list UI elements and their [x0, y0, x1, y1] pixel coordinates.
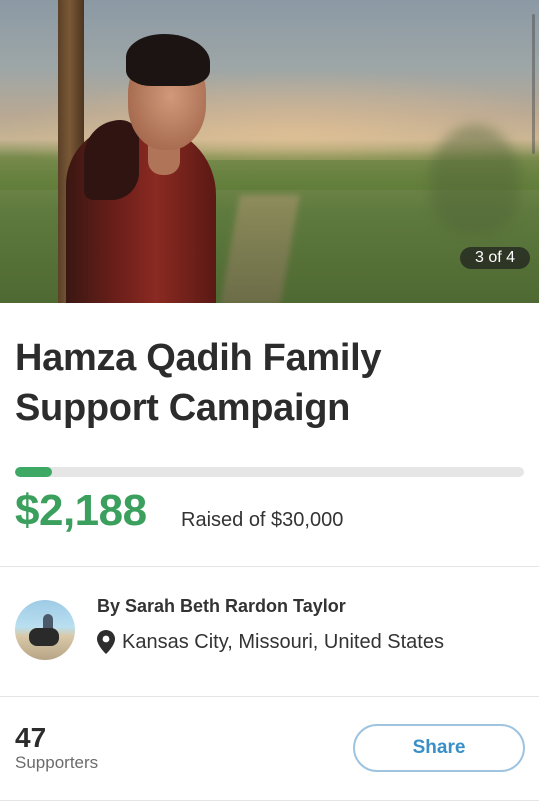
- campaign-title: Hamza Qadih Family Support Campaign: [15, 333, 525, 433]
- divider: [0, 696, 539, 697]
- hair: [126, 34, 210, 86]
- supporters-label: Supporters: [15, 753, 99, 772]
- amount-raised: $2,188: [15, 486, 147, 535]
- organizer-location: Kansas City, Missouri, United States: [97, 628, 444, 656]
- avatar-dog: [29, 628, 59, 646]
- location-text: Kansas City, Missouri, United States: [122, 631, 444, 653]
- organizer-avatar[interactable]: [15, 600, 75, 660]
- person-photo-subject: [66, 30, 226, 303]
- progress-bar: [15, 467, 524, 477]
- map-pin-icon: [97, 630, 115, 654]
- campaign-hero-image[interactable]: 3 of 4: [0, 0, 539, 303]
- campaign-title-line2: Support Campaign: [15, 387, 351, 429]
- hood: [84, 120, 139, 200]
- progress-bar-fill: [15, 467, 53, 477]
- share-button[interactable]: Share: [353, 724, 525, 772]
- divider: [0, 566, 539, 567]
- scrollbar[interactable]: [532, 14, 535, 154]
- goal-text: Raised of $30,000: [181, 509, 344, 531]
- image-counter-badge: 3 of 4: [460, 247, 530, 269]
- campaign-title-line1: Hamza Qadih Family: [15, 337, 382, 379]
- divider: [0, 800, 539, 801]
- tree: [430, 125, 520, 235]
- supporters-count: 47: [15, 722, 47, 753]
- dirt-path: [220, 195, 300, 303]
- organizer-name[interactable]: By Sarah Beth Rardon Taylor: [97, 595, 346, 617]
